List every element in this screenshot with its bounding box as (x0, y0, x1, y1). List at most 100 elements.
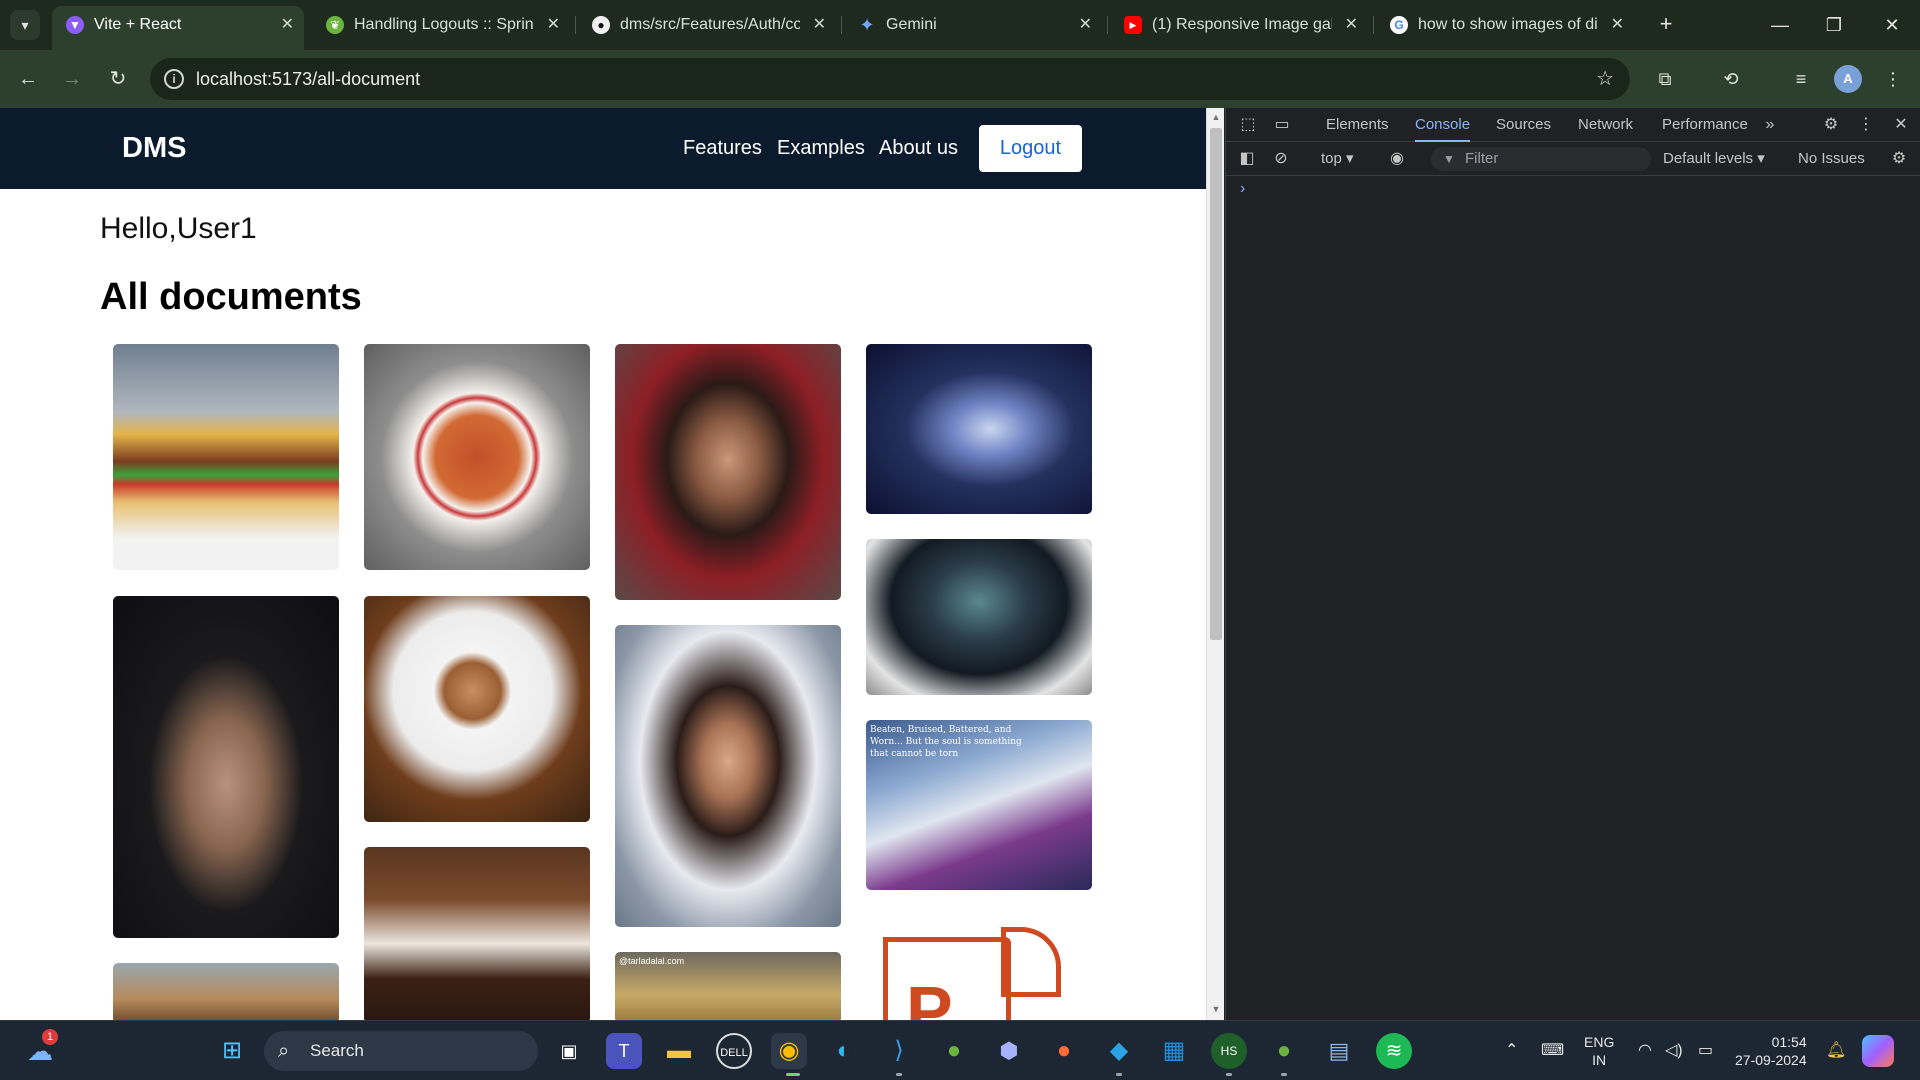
devtools-close-icon[interactable]: ✕ (1890, 114, 1912, 136)
context-selector[interactable]: top ▾ (1321, 142, 1354, 176)
close-icon[interactable]: ✕ (813, 6, 826, 44)
spotify-icon[interactable]: ≋ (1376, 1033, 1412, 1069)
brand-logo[interactable]: DMS (122, 108, 186, 189)
nav-features[interactable]: Features (683, 108, 762, 189)
anime-quote-image[interactable]: Beaten, Bruised, Battered, and Worn... B… (866, 720, 1092, 890)
tab-search-dropdown-icon[interactable]: ▾ (10, 10, 40, 40)
fusilli-photo[interactable]: @tarladalal.com (615, 952, 841, 1020)
tab-network[interactable]: Network (1578, 108, 1633, 142)
more-tabs-chevron-icon[interactable]: » (1759, 114, 1781, 136)
selfie-photo[interactable] (615, 625, 841, 927)
extensions-puzzle-icon[interactable]: ⧉ (1650, 64, 1680, 94)
anime-wings-image[interactable] (866, 539, 1092, 695)
close-icon[interactable]: ✕ (281, 6, 294, 44)
tray-overflow-chevron-icon[interactable]: ⌃ (1505, 1021, 1518, 1080)
tab-sources[interactable]: Sources (1496, 108, 1551, 142)
history-icon[interactable]: ⟲ (1716, 64, 1746, 94)
console-settings-gear-icon[interactable]: ⚙ (1888, 148, 1910, 170)
url-text[interactable]: localhost:5173/all-document (196, 58, 420, 100)
forward-arrow-icon[interactable]: → (57, 64, 87, 94)
language-indicator[interactable]: ENG IN (1584, 1033, 1614, 1069)
tab-elements[interactable]: Elements (1326, 108, 1389, 142)
site-info-icon[interactable]: i (164, 69, 184, 89)
keyboard-icon[interactable]: ⌨ (1541, 1021, 1564, 1080)
tab-gemini[interactable]: ✦ Gemini ✕ (844, 6, 1102, 44)
battery-icon[interactable]: ▭ (1698, 1021, 1713, 1080)
menu-kebab-icon[interactable]: ⋮ (1878, 64, 1908, 94)
file-explorer-icon[interactable]: ▬ (661, 1033, 697, 1069)
log-levels-dropdown[interactable]: Default levels ▾ (1663, 142, 1765, 176)
teams-icon[interactable]: T (606, 1033, 642, 1069)
bookmark-star-icon[interactable]: ☆ (1596, 58, 1614, 100)
customize-kebab-icon[interactable]: ⋮ (1855, 114, 1877, 136)
new-tab-icon[interactable]: + (1651, 10, 1681, 40)
tab-spring[interactable]: ❦ Handling Logouts :: Spring ✕ (312, 6, 570, 44)
windows-start-icon[interactable]: ⊞ (214, 1033, 250, 1069)
milkshake-photo[interactable] (113, 596, 339, 938)
console-prompt[interactable]: › (1240, 180, 1245, 198)
context-value: top (1321, 150, 1342, 167)
live-expression-eye-icon[interactable]: ◉ (1386, 148, 1408, 170)
device-toolbar-icon[interactable]: ▭ (1271, 114, 1293, 136)
dell-icon[interactable]: DELL (716, 1033, 752, 1069)
system-clock[interactable]: 01:54 27-09-2024 (1735, 1033, 1807, 1069)
close-icon[interactable]: ✕ (1345, 6, 1358, 44)
clear-console-icon[interactable]: ⊘ (1270, 148, 1292, 170)
edge-icon[interactable]: ◐ (826, 1033, 862, 1069)
notification-bell-icon[interactable]: 🔔︎ (1826, 1021, 1846, 1080)
tab-google[interactable]: G how to show images of dif ✕ (1376, 6, 1634, 44)
pasta-plate-photo[interactable] (364, 344, 590, 570)
window-close-icon[interactable]: ✕ (1864, 0, 1920, 50)
mysql-workbench-icon[interactable]: ◆ (1101, 1033, 1137, 1069)
inspect-element-icon[interactable]: ⬚ (1237, 114, 1259, 136)
logout-button[interactable]: Logout (979, 125, 1082, 172)
hs-app-icon[interactable]: HS (1211, 1033, 1247, 1069)
tab-vite-react[interactable]: ▼ Vite + React ✕ (52, 6, 304, 50)
scroll-down-icon[interactable]: ▼ (1210, 1004, 1222, 1018)
media-control-icon[interactable]: ≡ (1786, 64, 1816, 94)
tab-github[interactable]: ● dms/src/Features/Auth/co ✕ (578, 6, 836, 44)
tab-youtube[interactable]: ▶ (1) Responsive Image galle ✕ (1110, 6, 1368, 44)
chocolate-dessert-photo[interactable] (364, 847, 590, 1020)
restore-icon[interactable]: ❐ (1806, 0, 1862, 50)
vscode-icon[interactable]: ⟩ (881, 1033, 917, 1069)
settings-gear-icon[interactable]: ⚙ (1820, 114, 1842, 136)
burger-photo[interactable] (113, 344, 339, 570)
nav-about-us[interactable]: About us (879, 108, 958, 189)
taskbar-search[interactable]: ⌕ Search (264, 1031, 538, 1071)
reload-icon[interactable]: ↻ (103, 64, 133, 94)
postman-icon[interactable]: ● (1046, 1033, 1082, 1069)
wifi-icon[interactable]: ◠ (1638, 1021, 1652, 1080)
copilot-icon[interactable] (1862, 1035, 1894, 1067)
chrome-icon[interactable]: ◉ (771, 1033, 807, 1069)
hexagon-app-icon[interactable]: ⬢ (991, 1033, 1027, 1069)
profile-avatar[interactable]: A (1834, 65, 1862, 93)
issues-counter[interactable]: No Issues (1798, 142, 1865, 176)
page-scrollbar[interactable]: ▲ ▼ (1206, 108, 1224, 1020)
minimize-icon[interactable]: — (1752, 0, 1808, 50)
console-filter-input[interactable]: ▼ Filter (1431, 147, 1651, 171)
scroll-up-icon[interactable]: ▲ (1210, 112, 1222, 126)
nav-examples[interactable]: Examples (777, 108, 865, 189)
resource-monitor-icon[interactable]: ▤ (1321, 1033, 1357, 1069)
page-title: All documents (100, 276, 362, 318)
coffee-glass-photo[interactable] (113, 963, 339, 1020)
latte-art-photo[interactable] (364, 596, 590, 822)
close-icon[interactable]: ✕ (1079, 6, 1092, 44)
back-arrow-icon[interactable]: ← (13, 64, 43, 94)
close-icon[interactable]: ✕ (547, 6, 560, 44)
docker-icon[interactable]: ▦ (1156, 1033, 1192, 1069)
spring-tool-suite-icon[interactable]: ● (936, 1033, 972, 1069)
sidebar-toggle-icon[interactable]: ◧ (1236, 148, 1258, 170)
anime-ice-image[interactable] (866, 344, 1092, 514)
portrait-photo[interactable] (615, 344, 841, 600)
tab-console[interactable]: Console (1415, 108, 1471, 142)
address-bar[interactable]: i localhost:5173/all-document ☆ (150, 58, 1630, 100)
task-view-icon[interactable]: ▣ (551, 1033, 587, 1069)
powerpoint-file-icon[interactable]: P (866, 915, 1092, 1020)
tab-performance[interactable]: Performance (1662, 108, 1748, 142)
spring-boot-icon[interactable]: ● (1266, 1033, 1302, 1069)
scrollbar-thumb[interactable] (1210, 128, 1222, 640)
close-icon[interactable]: ✕ (1611, 6, 1624, 44)
volume-icon[interactable]: ◁) (1665, 1021, 1683, 1080)
